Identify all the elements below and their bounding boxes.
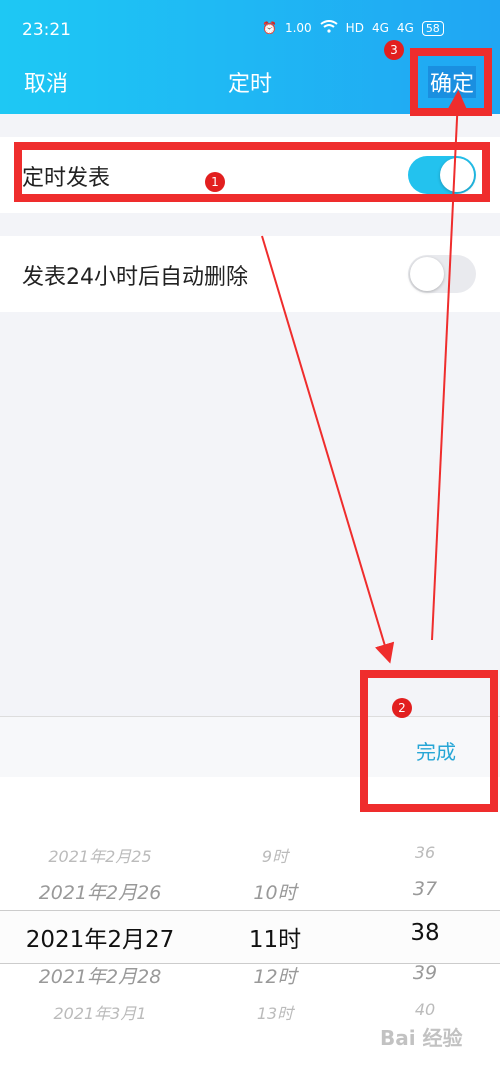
annotation-arrows bbox=[261, 90, 468, 664]
watermark: Bai 经验 bbox=[380, 1026, 463, 1050]
arrow-to-done bbox=[261, 235, 395, 664]
arrow-to-confirm bbox=[431, 90, 468, 641]
